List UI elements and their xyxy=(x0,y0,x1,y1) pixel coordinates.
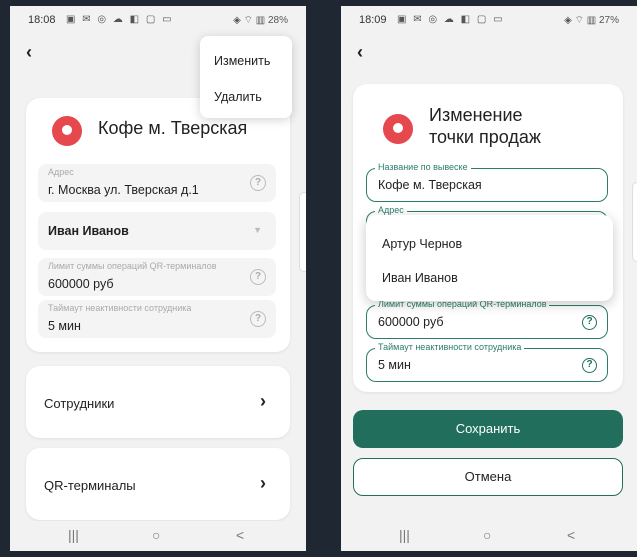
address-value: г. Москва ул. Тверская д.1 xyxy=(48,183,199,197)
chevron-right-icon: › xyxy=(260,391,266,411)
notification-icons: ▣ ✉ ◎ ☁ ◧ ▢ ▭ xyxy=(66,14,174,25)
help-icon[interactable]: ? xyxy=(250,269,266,285)
name-label: Название по вывеске xyxy=(375,162,471,172)
qr-terminals-nav[interactable]: QR-терминалы › xyxy=(26,448,290,520)
timeout-value: 5 мин xyxy=(48,319,81,333)
home-icon[interactable]: ○ xyxy=(483,527,491,543)
limit-field: Лимит суммы операций QR-терминалов 60000… xyxy=(38,258,276,296)
status-time: 18:08 xyxy=(28,14,56,26)
help-icon[interactable]: ? xyxy=(582,315,597,330)
system-nav-bar: ||| ○ < xyxy=(341,521,637,551)
edit-title-line1: Изменение xyxy=(429,105,523,125)
system-nav-bar: ||| ○ < xyxy=(10,521,306,551)
next-card-edge xyxy=(299,192,306,272)
status-time: 18:09 xyxy=(359,14,387,26)
notification-icons: ▣ ✉ ◎ ☁ ◧ ▢ ▭ xyxy=(397,14,505,25)
point-info-card: Кофе м. Тверская Адрес г. Москва ул. Тве… xyxy=(26,98,290,352)
right-screen: 18:09 ▣ ✉ ◎ ☁ ◧ ▢ ▭ ◈ ⌔ ▥ 27% ‹ Изменени… xyxy=(341,6,637,551)
timeout-label: Таймаут неактивности сотрудника xyxy=(375,342,525,352)
back-arrow-icon[interactable]: ‹ xyxy=(357,42,363,63)
recents-icon[interactable]: ||| xyxy=(399,527,410,543)
point-title: Кофе м. Тверская xyxy=(98,118,248,138)
help-icon[interactable]: ? xyxy=(250,175,266,191)
status-bar: 18:09 ▣ ✉ ◎ ☁ ◧ ▢ ▭ ◈ ⌔ ▥ 27% xyxy=(341,6,637,34)
location-pin-icon xyxy=(383,114,413,144)
battery-signal-icons: ◈ ⌔ ▥ 28% xyxy=(233,15,288,26)
limit-label: Лимит суммы операций QR-терминалов xyxy=(48,261,217,271)
timeout-label: Таймаут неактивности сотрудника xyxy=(48,303,192,313)
chevron-down-icon: ▼ xyxy=(253,225,262,235)
qr-terminals-label: QR-терминалы xyxy=(44,478,136,493)
dropdown-option[interactable]: Артур Чернов xyxy=(382,237,462,251)
next-card-edge xyxy=(632,182,637,262)
context-menu: Изменить Удалить xyxy=(200,36,292,118)
address-label: Адрес xyxy=(48,167,74,177)
menu-edit[interactable]: Изменить xyxy=(214,54,270,68)
status-bar: 18:08 ▣ ✉ ◎ ☁ ◧ ▢ ▭ ◈ ⌔ ▥ 28% xyxy=(10,6,306,34)
save-button[interactable]: Сохранить xyxy=(353,410,623,448)
dropdown-option[interactable]: Иван Иванов xyxy=(382,271,458,285)
limit-field[interactable]: Лимит суммы операций QR-терминалов 60000… xyxy=(366,299,608,339)
edit-title-line2: точки продаж xyxy=(429,127,541,147)
left-screen: 18:08 ▣ ✉ ◎ ☁ ◧ ▢ ▭ ◈ ⌔ ▥ 28% ‹ Кофе м. … xyxy=(10,6,306,551)
name-field[interactable]: Название по вывеске Кофе м. Тверская xyxy=(366,162,608,202)
timeout-input[interactable]: 5 мин xyxy=(378,358,411,372)
cancel-button[interactable]: Отмена xyxy=(353,458,623,496)
employee-select-value: Иван Иванов xyxy=(48,224,129,238)
limit-input[interactable]: 600000 руб xyxy=(378,315,444,329)
system-back-icon[interactable]: < xyxy=(567,527,575,543)
employee-select[interactable]: Иван Иванов ▼ xyxy=(38,212,276,250)
edit-title: Изменение точки продаж xyxy=(429,104,541,148)
address-field: Адрес г. Москва ул. Тверская д.1 ? xyxy=(38,164,276,202)
menu-delete[interactable]: Удалить xyxy=(214,90,262,104)
help-icon[interactable]: ? xyxy=(582,358,597,373)
location-pin-icon xyxy=(52,116,82,146)
back-arrow-icon[interactable]: ‹ xyxy=(26,42,32,63)
address-label: Адрес xyxy=(375,205,407,215)
timeout-field: Таймаут неактивности сотрудника 5 мин ? xyxy=(38,300,276,338)
employees-nav[interactable]: Сотрудники › xyxy=(26,366,290,438)
system-back-icon[interactable]: < xyxy=(236,527,244,543)
battery-signal-icons: ◈ ⌔ ▥ 27% xyxy=(564,15,619,26)
limit-value: 600000 руб xyxy=(48,277,114,291)
help-icon[interactable]: ? xyxy=(250,311,266,327)
employees-label: Сотрудники xyxy=(44,396,115,411)
chevron-right-icon: › xyxy=(260,473,266,493)
timeout-field[interactable]: Таймаут неактивности сотрудника 5 мин ? xyxy=(366,342,608,382)
home-icon[interactable]: ○ xyxy=(152,527,160,543)
recents-icon[interactable]: ||| xyxy=(68,527,79,543)
employee-dropdown: Артур Чернов Иван Иванов xyxy=(366,215,613,301)
name-input[interactable]: Кофе м. Тверская xyxy=(378,178,482,192)
